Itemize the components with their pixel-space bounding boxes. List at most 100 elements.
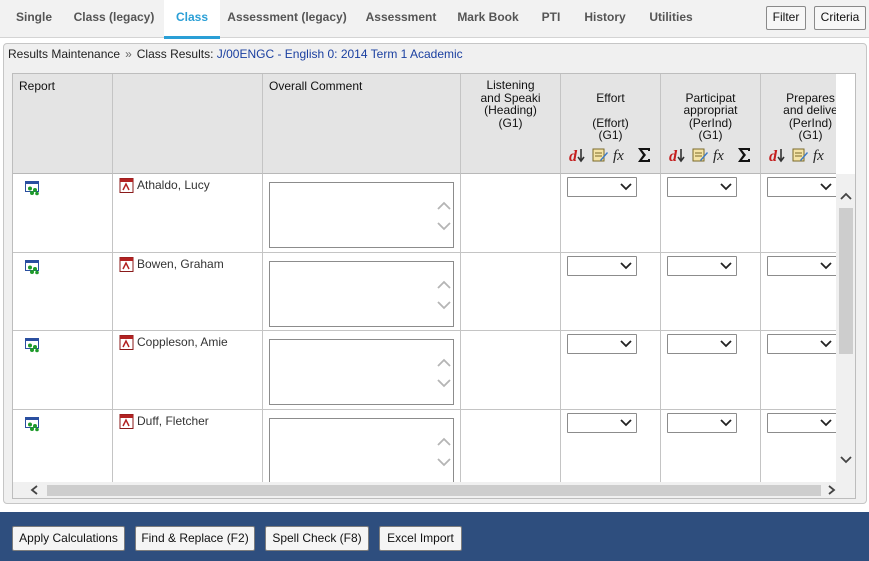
breadcrumb-current-prefix: Class Results: [136,47,214,61]
grade-cell [661,253,761,331]
sort-down-icon[interactable]: d [669,146,687,165]
pdf-document-icon[interactable] [119,335,134,350]
svg-text:d: d [769,148,778,164]
horizontal-scroll-thumb[interactable] [47,485,821,496]
spell-check-button[interactable]: Spell Check (F8) [265,526,369,551]
student-name[interactable]: Duff, Fletcher [137,414,209,428]
tab-mark-book[interactable]: Mark Book [452,0,524,38]
chevron-down-icon [820,340,832,348]
formula-fx-icon[interactable]: fx [813,146,831,164]
breadcrumb-root[interactable]: Results Maintenance [8,47,120,61]
edit-notes-icon[interactable] [791,146,809,164]
grade-cell [561,331,661,410]
grade-select[interactable] [567,256,637,276]
report-cell [13,410,113,482]
overall-comment-cell [263,174,461,253]
chevron-down-icon [620,262,632,270]
edit-notes-icon[interactable] [691,146,709,164]
edit-notes-icon[interactable] [591,146,609,164]
header-student [113,74,263,174]
listening-cell [461,174,561,253]
sum-sigma-icon[interactable] [735,146,753,164]
formula-fx-icon[interactable]: fx [713,146,731,164]
grade-select[interactable] [667,256,737,276]
grade-select[interactable] [667,334,737,354]
scroll-left-icon[interactable] [29,484,41,496]
vertical-scroll-thumb[interactable] [839,208,853,354]
overall-comment-textarea[interactable] [269,182,454,248]
student-cell: Athaldo, Lucy [113,174,263,253]
sort-down-icon[interactable]: d [769,146,787,165]
scroll-right-icon[interactable] [825,484,837,496]
report-icon[interactable] [25,417,42,432]
tab-assessment[interactable]: Assessment [360,0,442,38]
grade-cell [561,410,661,482]
grade-select[interactable] [567,334,637,354]
overall-comment-textarea[interactable] [269,339,454,405]
sum-sigma-icon[interactable] [635,146,653,164]
excel-import-button[interactable]: Excel Import [379,526,462,551]
grade-cell [761,174,836,253]
pdf-document-icon[interactable] [119,414,134,429]
student-name[interactable]: Bowen, Graham [137,257,224,271]
sort-down-icon[interactable]: d [569,146,587,165]
student-cell: Duff, Fletcher [113,410,263,482]
overall-comment-cell [263,253,461,331]
overall-comment-textarea[interactable] [269,418,454,482]
chevron-down-icon [720,340,732,348]
textarea-scroll-arrows-icon[interactable] [435,340,453,404]
formula-fx-icon[interactable]: fx [613,146,631,164]
grade-select[interactable] [567,177,637,197]
textarea-scroll-arrows-icon[interactable] [435,183,453,247]
header-participates: Participat appropriat (PerInd) (G1) d fx [661,74,761,174]
breadcrumb-separator: » [125,47,132,61]
header-overall-comment-label: Overall Comment [269,79,363,93]
scroll-down-icon[interactable] [839,454,853,466]
scroll-up-icon[interactable] [839,190,853,202]
header-participates-label: Participat appropriat (PerInd) (G1) [683,90,738,142]
tab-class[interactable]: Class [164,0,220,39]
tab-utilities[interactable]: Utilities [644,0,698,38]
report-cell [13,174,113,253]
grade-select[interactable] [667,413,737,433]
grade-select[interactable] [767,334,836,354]
tab-class-legacy[interactable]: Class (legacy) [68,0,160,38]
apply-calculations-button[interactable]: Apply Calculations [12,526,125,551]
criteria-button[interactable]: Criteria [814,6,866,30]
student-name[interactable]: Coppleson, Amie [137,335,228,349]
horizontal-scrollbar[interactable] [13,482,855,498]
grade-cell [761,253,836,331]
student-name[interactable]: Athaldo, Lucy [137,178,210,192]
student-cell: Bowen, Graham [113,253,263,331]
report-icon[interactable] [25,260,42,275]
pdf-document-icon[interactable] [119,178,134,193]
grade-cell [561,253,661,331]
grade-select[interactable] [567,413,637,433]
find-replace-button[interactable]: Find & Replace (F2) [135,526,255,551]
tab-assessment-legacy[interactable]: Assessment (legacy) [226,0,348,38]
breadcrumb: Results Maintenance » Class Results: J/00E… [8,47,463,61]
textarea-scroll-arrows-icon[interactable] [435,262,453,326]
tab-history[interactable]: History [580,0,630,38]
student-cell: Coppleson, Amie [113,331,263,410]
chevron-down-icon [720,183,732,191]
tab-single[interactable]: Single [8,0,60,38]
svg-text:fx: fx [713,148,724,164]
grade-select[interactable] [767,256,836,276]
overall-comment-textarea[interactable] [269,261,454,327]
grade-select[interactable] [667,177,737,197]
vertical-scrollbar[interactable] [836,174,855,482]
report-icon[interactable] [25,338,42,353]
listening-cell [461,331,561,410]
textarea-scroll-arrows-icon[interactable] [435,419,453,482]
filter-button[interactable]: Filter [766,6,806,30]
tab-pti[interactable]: PTI [536,0,566,38]
pdf-document-icon[interactable] [119,257,134,272]
listening-cell [461,410,561,482]
grade-cell [561,174,661,253]
report-icon[interactable] [25,181,42,196]
grade-select[interactable] [767,413,836,433]
sum-sigma-icon[interactable] [835,146,836,164]
header-listening-label: Listening and Speaki (Heading) (G1) [480,78,541,130]
grade-select[interactable] [767,177,836,197]
